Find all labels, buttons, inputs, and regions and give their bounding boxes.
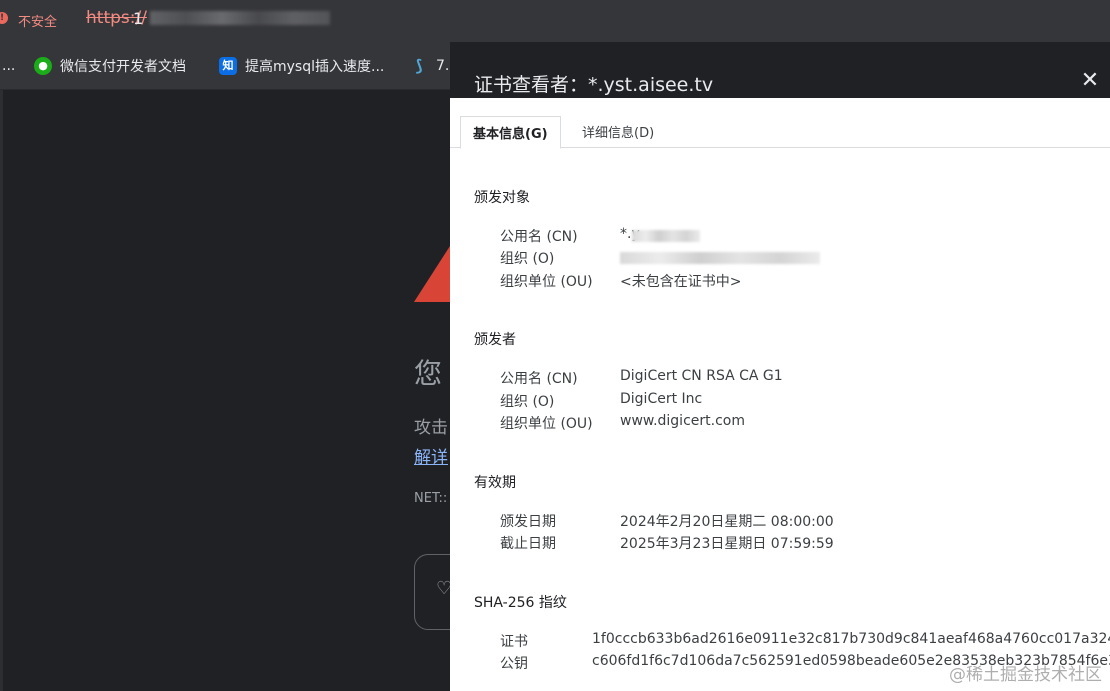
issued-to-ou-value: <未包含在证书中> — [620, 274, 742, 290]
error-code: NET:: — [414, 491, 448, 506]
tab-general[interactable]: 基本信息(G) — [460, 116, 561, 149]
cert-fingerprint-value: 1f0cccb633b6ad2616e0911e32c817b730d9c841… — [592, 631, 1110, 647]
url-host[interactable]: 1 — [133, 9, 143, 28]
issued-to-ou-label: 组织单位 (OU) — [500, 274, 593, 290]
bookmark-label: 7. — [436, 58, 450, 74]
page-body — [0, 90, 450, 691]
issued-date-label: 颁发日期 — [500, 514, 556, 530]
page-title: 您 — [414, 357, 443, 390]
page-description: 攻击 — [414, 418, 448, 438]
expiry-date-value: 2025年3月23日星期日 07:59:59 — [620, 536, 834, 552]
browser-window: ! 不安全 https:// 1 ... ● 微信支付开发者文档 知 提高mys… — [0, 0, 1110, 691]
bookmark-label: 微信支付开发者文档 — [60, 59, 186, 75]
issued-to-cn-label: 公用名 (CN) — [500, 229, 578, 245]
bookmark-mysql-insert[interactable]: 知 提高mysql插入速度... — [219, 55, 384, 77]
key-fingerprint-label: 公钥 — [500, 656, 528, 672]
cert-fingerprint-label: 证书 — [500, 634, 528, 650]
certificate-viewer-dialog: 证书查看者：*.yst.aisee.tv ✕ 基本信息(G) 详细信息(D) 颁… — [450, 42, 1110, 691]
address-bar[interactable]: ! 不安全 https:// 1 — [0, 0, 1110, 42]
watermark: @稀土掘金技术社区 — [949, 665, 1102, 685]
issued-to-o-redacted — [620, 252, 820, 264]
bookmark-label: 提高mysql插入速度... — [245, 59, 385, 75]
learn-more-link[interactable]: 解详 — [414, 443, 448, 468]
wechat-icon: ● — [34, 57, 52, 75]
dialog-header: 证书查看者：*.yst.aisee.tv ✕ — [450, 42, 1110, 98]
mysql-icon: ⟆ — [415, 56, 423, 75]
issued-by-o-value: DigiCert Inc — [620, 391, 703, 407]
not-secure-label[interactable]: 不安全 — [18, 11, 57, 30]
issued-by-ou-label: 组织单位 (OU) — [500, 416, 593, 432]
page-edge — [0, 90, 3, 691]
bookmark-mysql[interactable]: ⟆ 7. — [410, 55, 449, 77]
issued-by-cn-label: 公用名 (CN) — [500, 371, 578, 387]
issued-by-ou-value: www.digicert.com — [620, 413, 745, 429]
dialog-title: 证书查看者：*.yst.aisee.tv — [474, 74, 714, 96]
issued-by-heading: 颁发者 — [474, 332, 516, 348]
tab-details[interactable]: 详细信息(D) — [570, 116, 666, 149]
warning-triangle-icon — [414, 246, 450, 302]
issued-to-o-label: 组织 (O) — [500, 251, 555, 267]
issued-date-value: 2024年2月20日星期二 08:00:00 — [620, 514, 834, 530]
close-button[interactable]: ✕ — [1078, 70, 1102, 92]
not-secure-icon[interactable]: ! — [0, 12, 8, 24]
zhihu-icon: 知 — [219, 57, 237, 75]
bookmark-wechat-pay-docs[interactable]: ● 微信支付开发者文档 — [34, 55, 186, 77]
issued-by-o-label: 组织 (O) — [500, 394, 555, 410]
issued-to-cn-redacted — [632, 230, 700, 242]
dialog-tabs: 基本信息(G) 详细信息(D) — [450, 98, 1110, 149]
issued-to-heading: 颁发对象 — [474, 190, 530, 206]
validity-heading: 有效期 — [474, 475, 516, 491]
ellipsis-icon: ... — [2, 58, 16, 74]
fingerprint-heading: SHA-256 指纹 — [474, 595, 567, 611]
url-redacted — [150, 11, 330, 25]
issued-by-cn-value: DigiCert CN RSA CA G1 — [620, 368, 783, 384]
expiry-date-label: 截止日期 — [500, 536, 556, 552]
bookmark-overflow[interactable]: ... — [2, 55, 15, 77]
